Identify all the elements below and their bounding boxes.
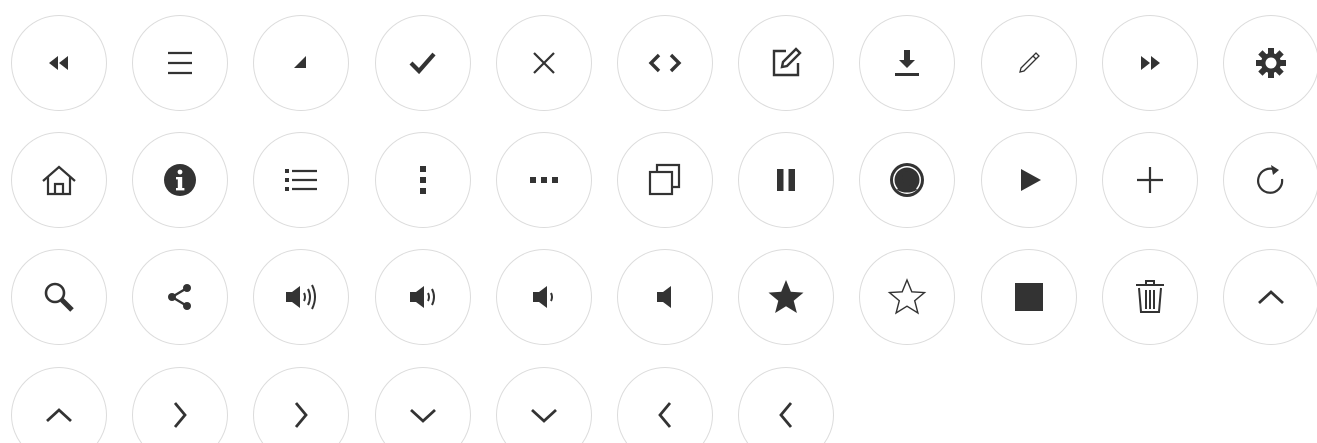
share-button[interactable] xyxy=(132,249,229,346)
rewind-button[interactable] xyxy=(11,15,107,111)
menu-button[interactable] xyxy=(132,15,229,111)
chevron-up-button[interactable] xyxy=(11,366,107,443)
close-button[interactable] xyxy=(495,15,592,111)
fast-forward-button[interactable] xyxy=(1101,15,1198,111)
chevron-right-button[interactable] xyxy=(253,366,350,443)
chevron-up-icon xyxy=(35,391,83,439)
volume-low-icon xyxy=(520,273,568,321)
play-button[interactable] xyxy=(980,132,1077,229)
copy-icon xyxy=(641,156,689,204)
chevron-down-icon xyxy=(520,391,568,439)
chevron-up-button[interactable] xyxy=(1223,249,1317,346)
star-outline-button[interactable] xyxy=(859,249,956,346)
home-button[interactable] xyxy=(11,132,107,229)
pause-button[interactable] xyxy=(738,132,835,229)
chevron-right-icon xyxy=(156,391,204,439)
rewind-icon xyxy=(35,39,83,87)
check-icon xyxy=(399,39,447,87)
chevron-left-icon xyxy=(641,391,689,439)
pencil-icon xyxy=(1005,39,1053,87)
star-outline-icon xyxy=(883,273,931,321)
download-icon xyxy=(883,39,931,87)
vertical-ellipsis-button[interactable] xyxy=(374,132,471,229)
search-button[interactable] xyxy=(11,249,107,346)
chevron-right-button[interactable] xyxy=(132,366,229,443)
chevron-up-icon xyxy=(1247,273,1295,321)
vertical-ellipsis-icon xyxy=(399,156,447,204)
refresh-button[interactable] xyxy=(1223,132,1317,229)
star-filled-button[interactable] xyxy=(738,249,835,346)
copy-button[interactable] xyxy=(617,132,713,229)
edit-box-button[interactable] xyxy=(738,15,835,111)
pause-icon xyxy=(762,156,810,204)
user-icon xyxy=(883,156,931,204)
horizontal-ellipsis-button[interactable] xyxy=(495,132,592,229)
volume-high-button[interactable] xyxy=(253,249,350,346)
volume-mute-icon xyxy=(641,273,689,321)
resize-corner-button[interactable] xyxy=(253,15,350,111)
chevron-left-button[interactable] xyxy=(617,366,713,443)
user-button[interactable] xyxy=(859,132,956,229)
trash-button[interactable] xyxy=(1101,249,1198,346)
list-icon xyxy=(277,156,325,204)
chevron-down-button[interactable] xyxy=(374,366,471,443)
star-filled-icon xyxy=(762,273,810,321)
info-button[interactable] xyxy=(132,132,229,229)
fast-forward-icon xyxy=(1126,39,1174,87)
close-icon xyxy=(520,39,568,87)
gear-icon xyxy=(1247,39,1295,87)
volume-mute-button[interactable] xyxy=(617,249,713,346)
resize-corner-icon xyxy=(277,39,325,87)
code-icon xyxy=(641,39,689,87)
chevron-down-button[interactable] xyxy=(495,366,592,443)
home-icon xyxy=(35,156,83,204)
plus-icon xyxy=(1126,156,1174,204)
chevron-down-icon xyxy=(399,391,447,439)
search-icon xyxy=(35,273,83,321)
horizontal-ellipsis-icon xyxy=(520,156,568,204)
plus-button[interactable] xyxy=(1101,132,1198,229)
stop-icon xyxy=(1005,273,1053,321)
chevron-right-icon xyxy=(277,391,325,439)
code-button[interactable] xyxy=(617,15,713,111)
edit-box-icon xyxy=(762,39,810,87)
list-button[interactable] xyxy=(253,132,350,229)
download-button[interactable] xyxy=(859,15,956,111)
volume-low-button[interactable] xyxy=(495,249,592,346)
play-icon xyxy=(1005,156,1053,204)
stop-button[interactable] xyxy=(980,249,1077,346)
icon-grid xyxy=(0,0,1317,443)
share-icon xyxy=(156,273,204,321)
volume-medium-icon xyxy=(399,273,447,321)
volume-high-icon xyxy=(277,273,325,321)
menu-icon xyxy=(156,39,204,87)
volume-medium-button[interactable] xyxy=(374,249,471,346)
trash-icon xyxy=(1126,273,1174,321)
chevron-left-button[interactable] xyxy=(738,366,835,443)
info-icon xyxy=(156,156,204,204)
check-button[interactable] xyxy=(374,15,471,111)
gear-button[interactable] xyxy=(1223,15,1317,111)
refresh-icon xyxy=(1247,156,1295,204)
chevron-left-icon xyxy=(762,391,810,439)
pencil-button[interactable] xyxy=(980,15,1077,111)
